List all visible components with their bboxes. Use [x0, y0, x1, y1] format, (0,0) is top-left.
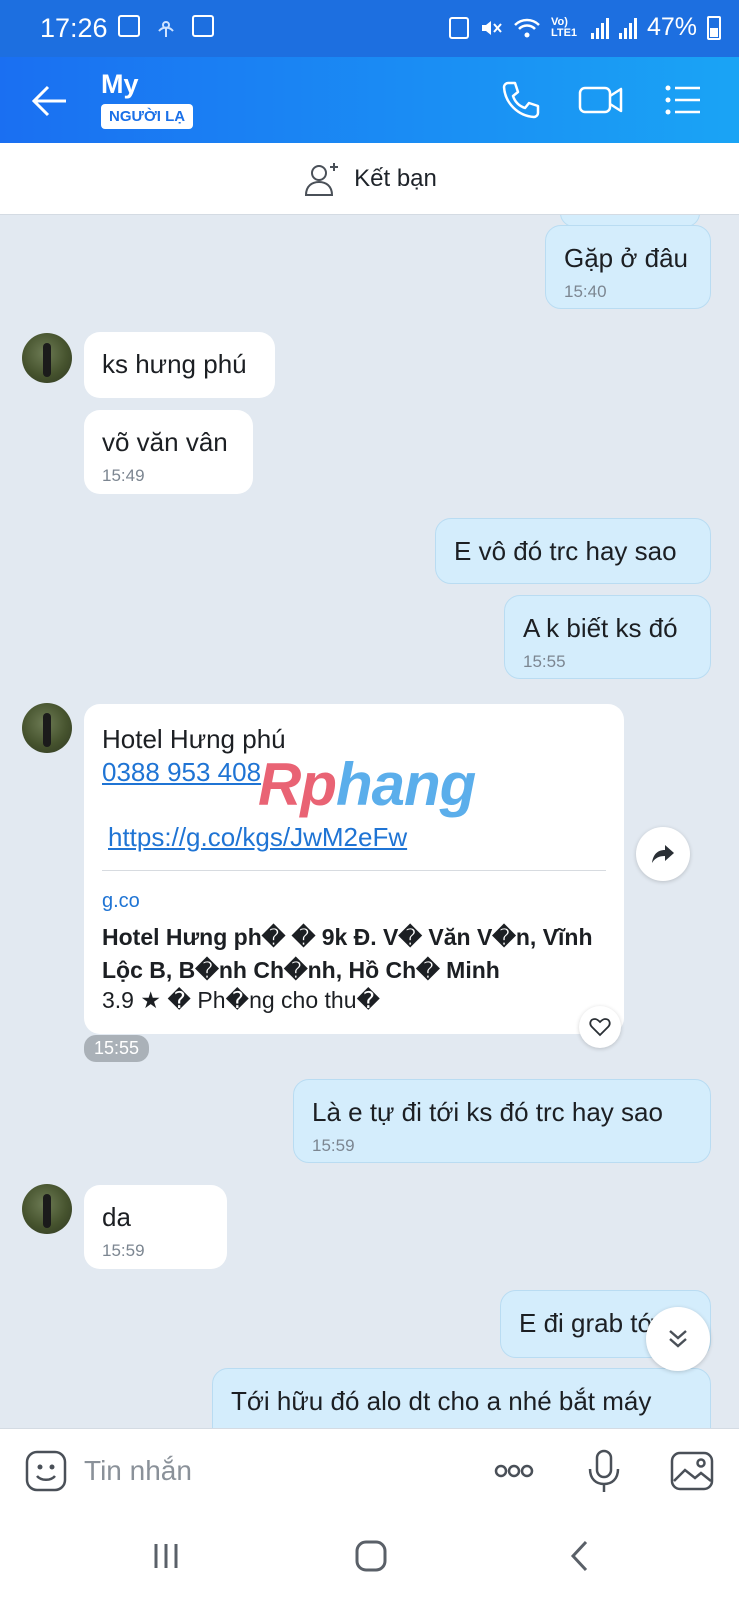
- contact-name[interactable]: My: [101, 69, 139, 100]
- message-bubble-incoming[interactable]: võ văn vân 15:49: [84, 410, 253, 494]
- chat-header: My NGƯỜI LẠ: [0, 57, 739, 143]
- image-icon[interactable]: [668, 1447, 716, 1495]
- stranger-badge: NGƯỜI LẠ: [101, 104, 194, 129]
- microphone-icon[interactable]: [580, 1447, 628, 1495]
- watermark-part2: hang: [335, 751, 476, 818]
- message-input-bar: Tin nhắn: [0, 1428, 739, 1510]
- message-list[interactable]: Gặp ở đâu 15:40 ks hưng phú võ văn vân 1…: [0, 215, 739, 1428]
- message-text: võ văn vân: [102, 427, 228, 457]
- share-button[interactable]: [636, 827, 690, 881]
- card-divider: [102, 870, 606, 871]
- card-phone-link[interactable]: 0388 953 408: [102, 757, 261, 788]
- network-label: Vo) LTE1: [550, 15, 578, 39]
- card-preview-title[interactable]: Hotel Hưng ph� � 9k Đ. V� Văn V�n, Vĩnh …: [102, 921, 602, 987]
- message-text: E vô đó trc hay sao: [454, 536, 677, 566]
- gallery-notification-icon: [118, 15, 140, 37]
- avatar[interactable]: [22, 703, 72, 753]
- card-time: 15:55: [84, 1035, 150, 1062]
- battery-percent: 47%: [646, 13, 697, 41]
- message-text: Là e tự đi tới ks đó trc hay sao: [312, 1097, 663, 1127]
- message-time: 15:49: [102, 466, 145, 485]
- back-arrow-icon[interactable]: [28, 79, 72, 123]
- watermark-part1: Rp: [258, 751, 337, 818]
- battery-icon: [707, 15, 721, 40]
- message-bubble-outgoing[interactable]: Là e tự đi tới ks đó trc hay sao 15:59: [293, 1079, 711, 1163]
- avatar[interactable]: [22, 333, 72, 383]
- more-options-icon[interactable]: [490, 1447, 538, 1495]
- react-heart-button[interactable]: [579, 1006, 621, 1048]
- sticker-icon[interactable]: [22, 1447, 70, 1495]
- message-text: da: [102, 1202, 131, 1232]
- status-system-icons: Vo) LTE1 47%: [448, 13, 721, 42]
- card-rating: 3.9 ★ � Ph�ng cho thu�: [102, 987, 381, 1013]
- message-time: 15:59: [312, 1136, 355, 1155]
- card-url-link[interactable]: https://g.co/kgs/JwM2eFw: [108, 822, 407, 853]
- home-icon[interactable]: [347, 1532, 395, 1580]
- add-friend-icon: [305, 162, 339, 196]
- heart-icon: [589, 1018, 611, 1037]
- phone-icon[interactable]: [496, 75, 546, 125]
- hotspot-icon: [158, 21, 174, 37]
- message-bubble-outgoing-partial[interactable]: Tới hữu đó alo dt cho a nhé bắt máy: [212, 1368, 711, 1428]
- message-bubble-outgoing[interactable]: Gặp ở đâu 15:40: [545, 225, 711, 309]
- card-domain: g.co: [102, 890, 140, 912]
- status-bar: 17:26 Vo) LTE1 47%: [0, 0, 739, 57]
- share-arrow-icon: [652, 845, 674, 863]
- mute-icon: [481, 20, 502, 35]
- message-bubble-outgoing[interactable]: E vô đó trc hay sao: [435, 518, 711, 584]
- message-text: Gặp ở đâu: [564, 243, 689, 273]
- recent-apps-icon[interactable]: [142, 1532, 190, 1580]
- status-time: 17:26: [40, 13, 108, 43]
- avatar[interactable]: [22, 1184, 72, 1234]
- signal-icon: [590, 17, 609, 39]
- scroll-to-bottom-button[interactable]: [646, 1307, 710, 1371]
- back-nav-icon[interactable]: [556, 1532, 604, 1580]
- signal-icon-2: [618, 17, 637, 39]
- add-friend-button[interactable]: Kết bạn: [0, 143, 739, 215]
- message-time: 15:40: [564, 282, 607, 301]
- system-nav-bar: [0, 1510, 739, 1600]
- menu-list-icon[interactable]: [658, 75, 708, 125]
- message-text: ks hưng phú: [102, 349, 247, 379]
- message-bubble-outgoing[interactable]: A k biết ks đó 15:55: [504, 595, 711, 679]
- message-bubble-incoming[interactable]: ks hưng phú: [84, 332, 275, 398]
- add-friend-label: Kết bạn: [354, 164, 437, 192]
- message-time: 15:59: [102, 1241, 145, 1260]
- message-time: 15:55: [523, 652, 566, 671]
- status-notification-icons: [118, 15, 214, 39]
- message-bubble-incoming[interactable]: da 15:59: [84, 1185, 227, 1269]
- message-text: A k biết ks đó: [523, 613, 678, 643]
- checkbox-notification-icon: [192, 15, 214, 37]
- battery-saver-icon: [448, 16, 469, 39]
- watermark-logo: Rphang: [258, 750, 476, 819]
- message-text: Tới hữu đó alo dt cho a nhé bắt máy: [231, 1386, 652, 1416]
- video-call-icon[interactable]: [576, 75, 626, 125]
- double-chevron-down-icon: [669, 1330, 687, 1348]
- message-input[interactable]: Tin nhắn: [84, 1455, 192, 1487]
- message-text: E đi grab tớ: [519, 1308, 655, 1338]
- wifi-icon: [514, 18, 540, 37]
